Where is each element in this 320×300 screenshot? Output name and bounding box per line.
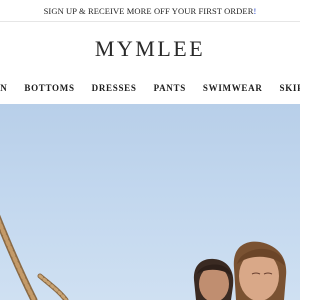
rope-illustration (0, 214, 69, 300)
nav-item-dresses[interactable]: DRESSES (92, 83, 137, 93)
site-header: MYMLEE (0, 22, 300, 74)
nav-item-pants[interactable]: PANTS (154, 83, 186, 93)
nav-item-skirts[interactable]: SKIRTS (280, 83, 300, 93)
nav-item-bottoms[interactable]: BOTTOMS (24, 83, 74, 93)
hero-banner[interactable] (0, 104, 300, 300)
nav-item-swimwear[interactable]: SWIMWEAR (203, 83, 263, 93)
announcement-text: SIGN UP & RECEIVE MORE OFF YOUR FIRST OR… (43, 5, 254, 16)
main-nav: IN BOTTOMS DRESSES PANTS SWIMWEAR SKIRTS… (0, 74, 300, 104)
person-front-illustration (233, 241, 287, 300)
nav-track: IN BOTTOMS DRESSES PANTS SWIMWEAR SKIRTS… (0, 83, 300, 93)
site-logo[interactable]: MYMLEE (95, 36, 205, 62)
announcement-bar[interactable]: SIGN UP & RECEIVE MORE OFF YOUR FIRST OR… (0, 0, 300, 22)
hero-image (0, 214, 287, 300)
person-back-illustration (193, 258, 234, 300)
announcement-accent: ! (253, 5, 257, 16)
nav-item-in[interactable]: IN (0, 83, 7, 93)
